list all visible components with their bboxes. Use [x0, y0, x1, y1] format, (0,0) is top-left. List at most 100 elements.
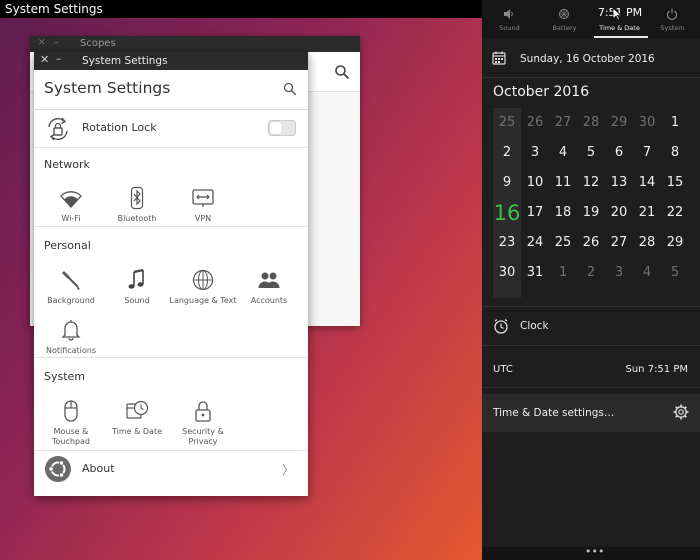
bluetooth-icon — [130, 186, 144, 210]
calendar-clock-icon — [126, 400, 149, 419]
tab-system[interactable]: System — [645, 0, 700, 38]
settings-titlebar[interactable]: ✕ – System Settings — [34, 52, 308, 70]
calendar-day[interactable]: 7 — [633, 138, 661, 168]
current-date-row[interactable]: Sunday, 16 October 2016 — [482, 38, 700, 78]
minimize-icon[interactable]: – — [56, 52, 62, 65]
calendar-day[interactable]: 9 — [493, 168, 521, 198]
about-row[interactable]: About 〉 — [34, 450, 308, 488]
calendar-day[interactable]: 20 — [605, 198, 633, 228]
background-tile[interactable]: Background — [36, 268, 106, 312]
calendar-day[interactable]: 27 — [605, 228, 633, 258]
panel-drag-handle[interactable]: ••• — [482, 545, 700, 560]
calendar-day[interactable]: 17 — [521, 198, 549, 228]
calendar-day[interactable]: 27 — [549, 108, 577, 138]
calendar-day[interactable]: 11 — [549, 168, 577, 198]
vpn-tile[interactable]: VPN — [168, 186, 238, 230]
bell-icon — [61, 320, 81, 341]
speaker-icon — [504, 9, 513, 19]
calendar-day[interactable]: 5 — [661, 258, 689, 288]
timezone-label: UTC — [493, 364, 513, 375]
tab-system-label: System — [660, 24, 685, 32]
calendar-day[interactable]: 13 — [605, 168, 633, 198]
calendar-day[interactable]: 31 — [521, 258, 549, 288]
wifi-label: Wi-Fi — [61, 214, 81, 223]
tab-sound[interactable]: Sound — [482, 0, 537, 38]
battery-icon — [559, 9, 569, 19]
wifi-tile[interactable]: Wi-Fi — [36, 186, 106, 230]
utc-row[interactable]: UTC Sun 7:51 PM — [482, 352, 700, 388]
search-icon[interactable] — [283, 82, 297, 96]
calendar-day[interactable]: 14 — [633, 168, 661, 198]
rotation-lock-row[interactable]: Rotation Lock — [34, 110, 308, 148]
scopes-close-icon[interactable]: ✕ — [38, 38, 46, 48]
calendar-day[interactable]: 8 — [661, 138, 689, 168]
calendar-day[interactable]: 3 — [521, 138, 549, 168]
language-tile[interactable]: Language & Text — [168, 268, 238, 312]
calendar-day[interactable]: 29 — [661, 228, 689, 258]
calendar-day[interactable]: 28 — [577, 108, 605, 138]
calendar-day[interactable]: 1 — [549, 258, 577, 288]
calendar-day[interactable]: 28 — [633, 228, 661, 258]
settings-header: System Settings — [34, 70, 308, 110]
section-divider — [34, 357, 308, 358]
language-label: Language & Text — [169, 296, 237, 305]
calendar-day[interactable]: 19 — [577, 198, 605, 228]
scopes-minimize-icon[interactable]: – — [54, 38, 59, 48]
calendar-day[interactable]: 30 — [633, 108, 661, 138]
calendar-day-today[interactable]: 16 — [493, 198, 521, 228]
calendar-day[interactable]: 25 — [493, 108, 521, 138]
clock-label: Clock — [520, 320, 549, 332]
calendar-day[interactable]: 2 — [493, 138, 521, 168]
calendar-day[interactable]: 1 — [661, 108, 689, 138]
calendar-day[interactable]: 18 — [549, 198, 577, 228]
music-note-icon — [128, 268, 144, 289]
handle-dots: ••• — [585, 545, 605, 558]
wifi-icon — [60, 191, 82, 208]
time-date-settings-row[interactable]: Time & Date settings… — [482, 394, 700, 432]
mouse-icon — [64, 400, 78, 422]
time-date-label: Time & Date — [111, 427, 163, 436]
calendar-day[interactable]: 2 — [577, 258, 605, 288]
tab-sound-label: Sound — [499, 24, 520, 32]
calendar-day[interactable]: 3 — [605, 258, 633, 288]
calendar-grid[interactable]: 25 26 27 28 29 30 1 2 3 4 5 6 7 8 9 10 11 12 13 14 15 16 17 18 1… — [493, 108, 689, 298]
calendar-day[interactable]: 29 — [605, 108, 633, 138]
calendar-day[interactable]: 4 — [633, 258, 661, 288]
calendar-day[interactable]: 22 — [661, 198, 689, 228]
search-icon[interactable] — [334, 64, 350, 80]
calendar-day[interactable]: 23 — [493, 228, 521, 258]
calendar-day[interactable]: 26 — [521, 108, 549, 138]
vpn-icon — [192, 189, 214, 207]
close-icon[interactable]: ✕ — [40, 53, 49, 66]
security-privacy-tile[interactable]: Security & Privacy — [168, 399, 238, 446]
calendar-day[interactable]: 12 — [577, 168, 605, 198]
rotation-lock-icon — [48, 117, 68, 141]
background-label: Background — [47, 296, 95, 305]
calendar-day[interactable]: 15 — [661, 168, 689, 198]
mouse-touchpad-label: Mouse & Touchpad — [36, 427, 106, 447]
ubuntu-logo-icon — [45, 456, 71, 482]
time-date-tile[interactable]: Time & Date — [102, 399, 172, 443]
calendar-day[interactable]: 30 — [493, 258, 521, 288]
calendar-day[interactable]: 21 — [633, 198, 661, 228]
mouse-touchpad-tile[interactable]: Mouse & Touchpad — [36, 399, 106, 446]
accounts-tile[interactable]: Accounts — [234, 268, 304, 312]
calendar-day[interactable]: 6 — [605, 138, 633, 168]
scopes-titlebar[interactable]: ✕ – Scopes — [30, 36, 360, 52]
notifications-tile[interactable]: Notifications — [36, 318, 106, 362]
rotation-lock-toggle[interactable] — [268, 120, 296, 136]
calendar-day[interactable]: 10 — [521, 168, 549, 198]
calendar-day[interactable]: 26 — [577, 228, 605, 258]
calendar-day[interactable]: 4 — [549, 138, 577, 168]
calendar-day[interactable]: 5 — [577, 138, 605, 168]
clock-row[interactable]: Clock — [482, 306, 700, 346]
calendar-day[interactable]: 25 — [549, 228, 577, 258]
calendar-day[interactable]: 24 — [521, 228, 549, 258]
toggle-knob — [270, 122, 282, 134]
bluetooth-tile[interactable]: Bluetooth — [102, 186, 172, 230]
sound-tile[interactable]: Sound — [102, 268, 172, 312]
tab-battery-label: Battery — [552, 24, 577, 32]
about-label: About — [82, 462, 115, 475]
alarm-clock-icon — [494, 318, 508, 334]
tab-time-date-label: Time & Date — [599, 24, 640, 32]
